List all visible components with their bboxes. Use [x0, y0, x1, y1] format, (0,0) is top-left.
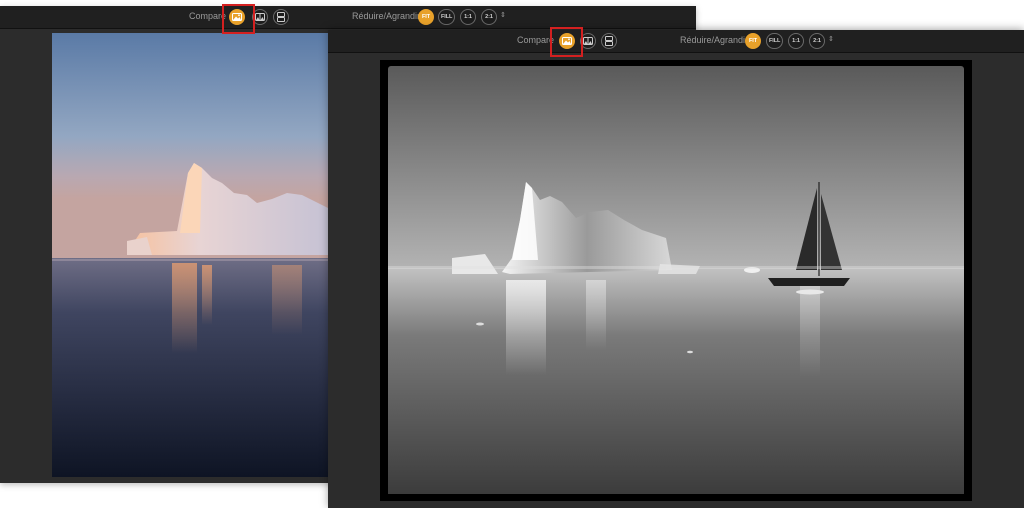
- zoom-fill-button[interactable]: FILL: [766, 33, 784, 49]
- front-toolbar: Compare Réduire/Agrandir FIT FILL 1:1 2:…: [328, 30, 1024, 53]
- resize-label: Réduire/Agrandir: [352, 11, 421, 21]
- split-view-icon: [255, 13, 265, 21]
- single-view-icon: [232, 13, 242, 21]
- zoom-fill-button[interactable]: FILL: [438, 9, 456, 25]
- single-view-button[interactable]: [229, 9, 245, 25]
- color-photo: [52, 33, 328, 477]
- side-by-side-icon: [605, 36, 613, 46]
- zoom-stepper-icon[interactable]: ⇕: [500, 12, 506, 19]
- side-by-side-button[interactable]: [601, 33, 617, 49]
- zoom-fit-button[interactable]: FIT: [745, 33, 761, 49]
- zoom-stepper-icon[interactable]: ⇕: [828, 36, 834, 43]
- iceberg-sailboat-bw-image: [388, 66, 964, 494]
- zoom-2-1-button[interactable]: 2:1: [809, 33, 825, 49]
- single-view-icon: [562, 37, 572, 45]
- split-view-button[interactable]: [580, 33, 596, 49]
- split-view-button[interactable]: [252, 9, 268, 25]
- zoom-fit-button[interactable]: FIT: [418, 9, 434, 25]
- compare-label: Compare: [517, 35, 555, 45]
- back-toolbar: Compare Réduire/Agrandir FIT FILL 1:1 2:…: [0, 6, 696, 29]
- front-window: Compare Réduire/Agrandir FIT FILL 1:1 2:…: [328, 27, 1024, 508]
- resize-label: Réduire/Agrandir: [680, 35, 749, 45]
- bw-photo: [380, 60, 972, 501]
- iceberg-color-image: [52, 33, 328, 477]
- side-by-side-icon: [277, 12, 285, 22]
- zoom-1-1-button[interactable]: 1:1: [460, 9, 476, 25]
- compare-label: Compare: [189, 11, 227, 21]
- zoom-1-1-button[interactable]: 1:1: [788, 33, 804, 49]
- split-view-icon: [583, 37, 593, 45]
- single-view-button[interactable]: [559, 33, 575, 49]
- zoom-2-1-button[interactable]: 2:1: [481, 9, 497, 25]
- side-by-side-button[interactable]: [273, 9, 289, 25]
